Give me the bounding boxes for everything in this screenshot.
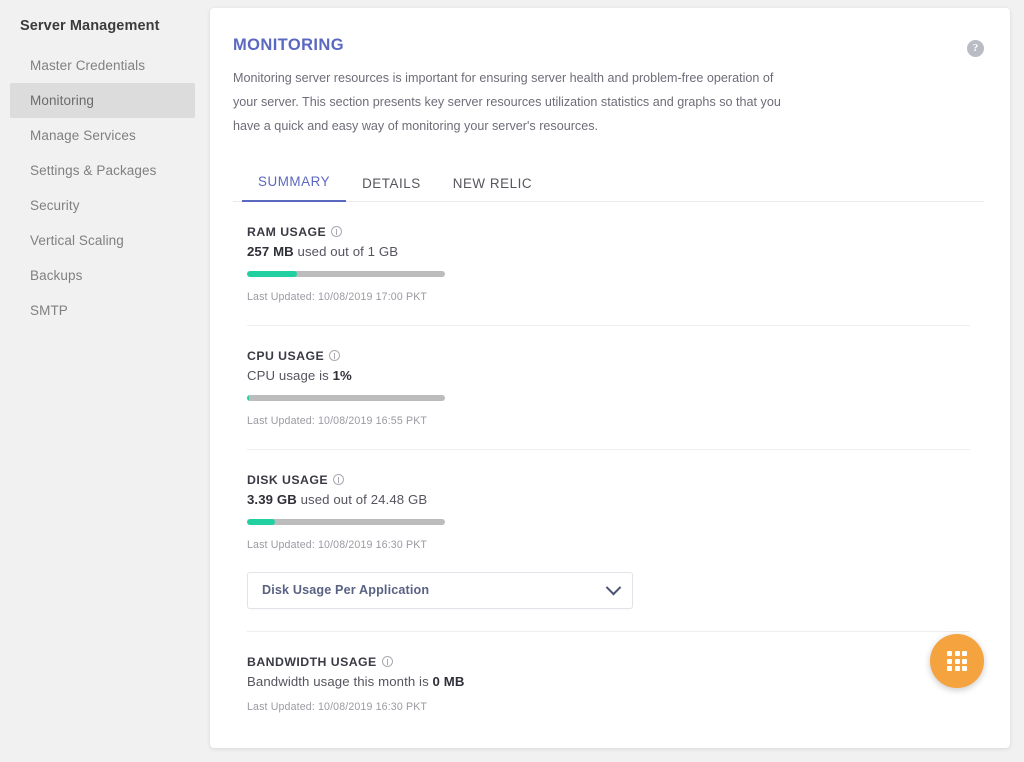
metric-ram-value: 257 MB used out of 1 GB [247,244,970,259]
metric-disk-value: 3.39 GB used out of 24.48 GB [247,492,970,507]
metric-cpu-value-amount: 1% [333,368,352,383]
sidebar-item-master-credentials[interactable]: Master Credentials [10,48,195,83]
tab-summary[interactable]: SUMMARY [242,174,346,202]
sidebar-item-backups[interactable]: Backups [10,258,195,293]
tab-details[interactable]: DETAILS [346,176,437,202]
grid-cell [947,666,952,671]
metric-cpu-progress-fill [247,395,249,401]
grid-apps-icon [947,651,967,671]
disk-dropdown-label: Disk Usage Per Application [262,583,429,597]
help-circle-icon[interactable]: ? [967,40,984,57]
grid-cell [955,659,960,664]
metric-cpu-progress-track [247,395,445,401]
metric-ram-progress-fill [247,271,297,277]
metric-cpu-header: CPU USAGE [247,349,970,363]
metric-bandwidth-value: Bandwidth usage this month is 0 MB [247,674,970,689]
metric-cpu-value-prefix: CPU usage is [247,368,333,383]
metric-disk-title: DISK USAGE [247,473,328,487]
grid-cell [955,651,960,656]
metric-disk-value-suffix: used out of 24.48 GB [297,492,427,507]
info-icon[interactable] [331,226,342,237]
grid-cell [955,666,960,671]
grid-cell [947,659,952,664]
sidebar-item-vertical-scaling[interactable]: Vertical Scaling [10,223,195,258]
metric-disk-progress-fill [247,519,275,525]
grid-cell [962,666,967,671]
tab-bar: SUMMARY DETAILS NEW RELIC [233,173,984,202]
grid-cell [947,651,952,656]
metric-bandwidth-value-prefix: Bandwidth usage this month is [247,674,433,689]
apps-grid-fab-button[interactable] [930,634,984,688]
main-content-card: MONITORING Monitoring server resources i… [210,8,1010,748]
sidebar-nav: Master Credentials Monitoring Manage Ser… [0,48,210,328]
chevron-down-icon [606,579,622,595]
metric-ram-value-amount: 257 MB [247,244,294,259]
sidebar-item-monitoring[interactable]: Monitoring [10,83,195,118]
metric-cpu-title: CPU USAGE [247,349,324,363]
metric-bandwidth-usage: BANDWIDTH USAGE Bandwidth usage this mon… [247,632,970,735]
page-description: Monitoring server resources is important… [233,66,789,139]
sidebar-title: Server Management [0,18,210,34]
tab-new-relic[interactable]: NEW RELIC [437,176,548,202]
sidebar-item-manage-services[interactable]: Manage Services [10,118,195,153]
metric-disk-updated: Last Updated: 10/08/2019 16:30 PKT [247,539,970,551]
metric-ram-progress-track [247,271,445,277]
metric-ram-header: RAM USAGE [247,225,970,239]
metric-cpu-value: CPU usage is 1% [247,368,970,383]
metrics-list: RAM USAGE 257 MB used out of 1 GB Last U… [233,202,984,735]
metric-ram-title: RAM USAGE [247,225,326,239]
metric-bandwidth-updated: Last Updated: 10/08/2019 16:30 PKT [247,701,970,713]
sidebar-item-security[interactable]: Security [10,188,195,223]
metric-bandwidth-value-amount: 0 MB [433,674,465,689]
metric-ram-value-suffix: used out of 1 GB [294,244,398,259]
info-icon[interactable] [329,350,340,361]
metric-disk-header: DISK USAGE [247,473,970,487]
sidebar-item-settings-packages[interactable]: Settings & Packages [10,153,195,188]
card-inner: MONITORING Monitoring server resources i… [210,8,1010,748]
grid-cell [962,659,967,664]
sidebar: Server Management Master Credentials Mon… [0,0,210,762]
metric-cpu-usage: CPU USAGE CPU usage is 1% Last Updated: … [247,326,970,450]
metric-bandwidth-header: BANDWIDTH USAGE [247,655,970,669]
metric-ram-updated: Last Updated: 10/08/2019 17:00 PKT [247,291,970,303]
metric-disk-value-amount: 3.39 GB [247,492,297,507]
sidebar-item-smtp[interactable]: SMTP [10,293,195,328]
metric-disk-progress-track [247,519,445,525]
info-icon[interactable] [382,656,393,667]
metric-ram-usage: RAM USAGE 257 MB used out of 1 GB Last U… [247,202,970,326]
info-icon[interactable] [333,474,344,485]
metric-bandwidth-title: BANDWIDTH USAGE [247,655,377,669]
metric-cpu-updated: Last Updated: 10/08/2019 16:55 PKT [247,415,970,427]
metric-disk-usage: DISK USAGE 3.39 GB used out of 24.48 GB … [247,450,970,632]
page-title: MONITORING [233,36,984,55]
disk-usage-per-application-dropdown[interactable]: Disk Usage Per Application [247,572,633,609]
grid-cell [962,651,967,656]
